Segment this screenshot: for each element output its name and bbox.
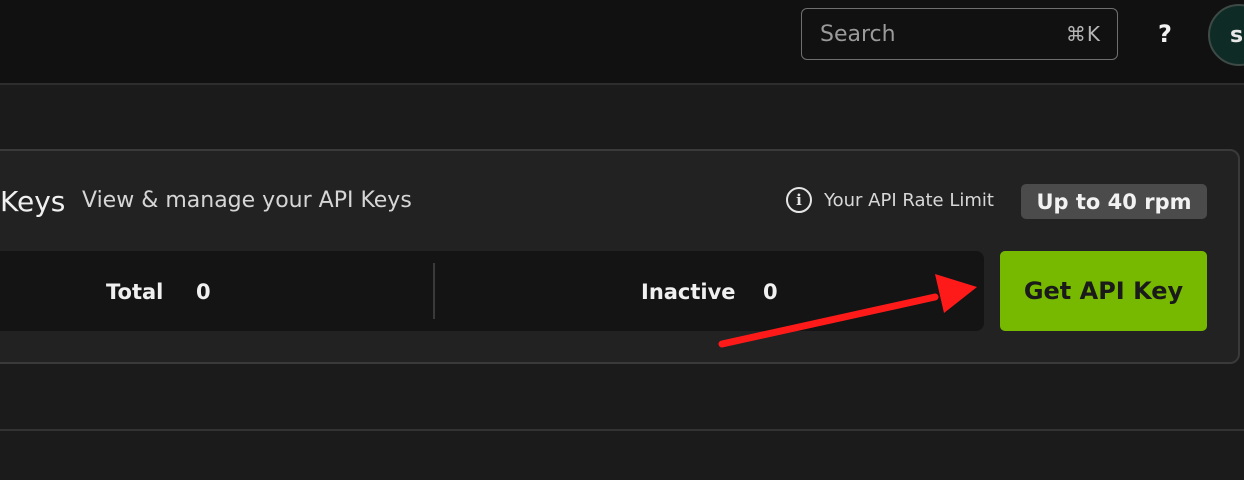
page: Search ⌘K ? s Keys View & manage your AP… bbox=[0, 0, 1244, 480]
rate-limit-badge: Up to 40 rpm bbox=[1021, 184, 1207, 219]
section-divider bbox=[0, 429, 1244, 431]
search-placeholder: Search bbox=[820, 21, 896, 47]
inactive-label: Inactive bbox=[641, 280, 736, 304]
info-circle-icon[interactable]: i bbox=[786, 187, 812, 213]
inactive-value: 0 bbox=[763, 280, 778, 304]
avatar[interactable]: s bbox=[1208, 4, 1244, 66]
total-label: Total bbox=[106, 280, 164, 304]
search-shortcut: ⌘K bbox=[1065, 22, 1101, 46]
rate-limit-info: i Your API Rate Limit bbox=[786, 187, 994, 213]
total-value: 0 bbox=[196, 280, 211, 304]
page-subtitle: View & manage your API Keys bbox=[82, 188, 412, 213]
page-title: Keys bbox=[0, 185, 66, 218]
top-bar: Search ⌘K ? s bbox=[0, 0, 1244, 85]
stats-divider bbox=[433, 263, 435, 319]
help-icon[interactable]: ? bbox=[1150, 14, 1180, 54]
search-input[interactable]: Search ⌘K bbox=[801, 8, 1118, 60]
rate-limit-label: Your API Rate Limit bbox=[824, 189, 994, 211]
get-api-key-button[interactable]: Get API Key bbox=[1000, 251, 1207, 331]
